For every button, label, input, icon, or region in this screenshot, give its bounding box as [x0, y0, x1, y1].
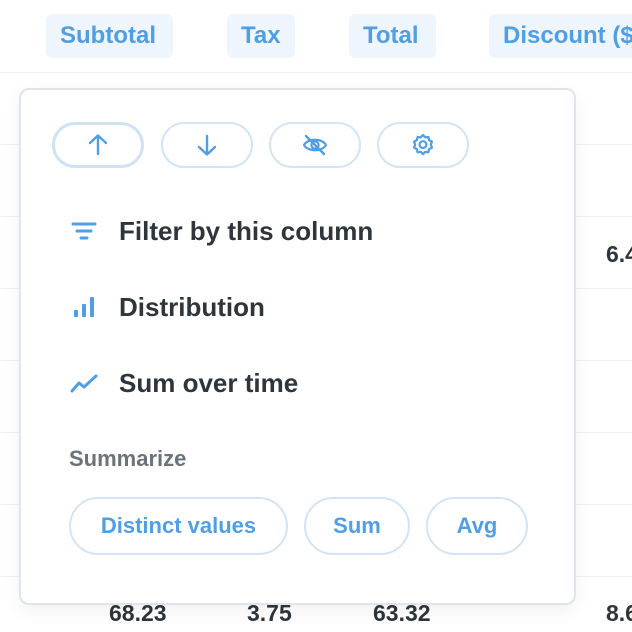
table-cell-discount: 8.6 — [606, 600, 632, 626]
sum-over-time-item[interactable]: Sum over time — [69, 363, 298, 403]
column-header-discount[interactable]: Discount ($ — [489, 14, 632, 58]
distribution-label: Distribution — [119, 291, 265, 322]
line-chart-icon — [69, 368, 99, 398]
distribution-item[interactable]: Distribution — [69, 287, 265, 327]
gear-icon — [410, 132, 436, 158]
hide-column-button[interactable] — [269, 122, 361, 168]
page: Subtotal Tax Total Discount ($ 6.4 68.23… — [0, 0, 632, 632]
filter-icon — [69, 216, 99, 246]
column-header-subtotal[interactable]: Subtotal — [46, 14, 173, 58]
distinct-values-button[interactable]: Distinct values — [69, 497, 288, 555]
arrow-down-icon — [194, 132, 220, 158]
sort-descending-button[interactable] — [161, 122, 253, 168]
avg-button[interactable]: Avg — [426, 497, 528, 555]
sort-ascending-button[interactable] — [52, 122, 144, 168]
filter-by-column-item[interactable]: Filter by this column — [69, 211, 373, 251]
bar-chart-icon — [69, 292, 99, 322]
eye-crossed-icon — [301, 132, 329, 158]
table-cell-discount: 6.4 — [606, 241, 632, 267]
column-action-popover: Filter by this column Distribution Sum o… — [19, 88, 576, 605]
arrow-up-icon — [85, 132, 111, 158]
filter-by-column-label: Filter by this column — [119, 215, 374, 246]
column-header-tax[interactable]: Tax — [227, 14, 295, 58]
summarize-heading: Summarize — [69, 446, 187, 471]
sum-over-time-label: Sum over time — [119, 367, 299, 398]
column-header-total[interactable]: Total — [349, 14, 436, 58]
row-divider — [0, 72, 632, 73]
sum-button[interactable]: Sum — [304, 497, 410, 555]
column-settings-button[interactable] — [377, 122, 469, 168]
